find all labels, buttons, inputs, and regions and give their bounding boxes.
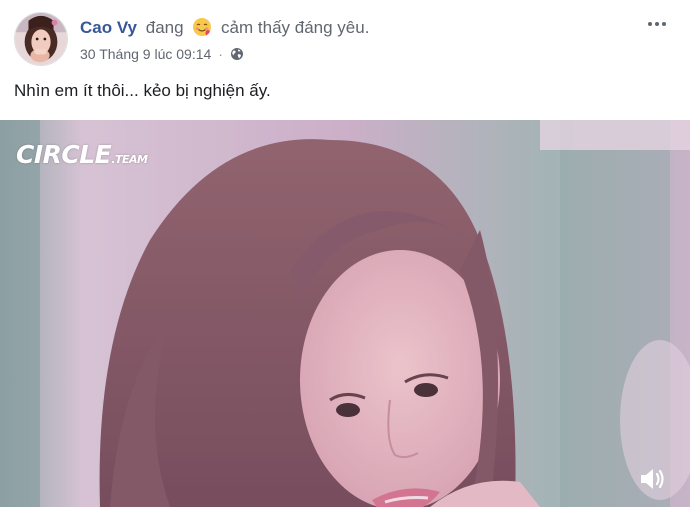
author-avatar[interactable] [14, 12, 68, 66]
more-options-icon [648, 22, 652, 26]
facebook-post: Cao Vy đang cảm thấy đáng yêu. 30 Tháng … [0, 0, 690, 507]
video-frame [0, 120, 690, 507]
feeling-prefix: đang [145, 18, 184, 37]
more-options-icon [662, 22, 666, 26]
more-options-icon [655, 22, 659, 26]
video-watermark: CIRCLE.TEAM [16, 140, 148, 169]
post-meta: 30 Tháng 9 lúc 09:14 · [80, 45, 244, 63]
speaker-icon [641, 469, 664, 489]
post-timestamp-link[interactable]: 30 Tháng 9 lúc 09:14 [80, 46, 211, 62]
more-options-button[interactable] [644, 14, 670, 34]
lovestruck-face-emoji-icon [193, 18, 212, 36]
feeling-text[interactable]: cảm thấy đáng yêu. [221, 18, 369, 37]
watermark-sub: .TEAM [111, 153, 148, 166]
post-caption: Nhìn em ít thôi... kẻo bị nghiện ấy. [14, 81, 271, 100]
author-feeling-line: Cao Vy đang cảm thấy đáng yêu. [80, 17, 369, 39]
author-name-link[interactable]: Cao Vy [80, 18, 137, 37]
post-header: Cao Vy đang cảm thấy đáng yêu. 30 Tháng … [14, 12, 676, 68]
avatar-image [15, 13, 67, 65]
post-video[interactable] [0, 120, 690, 507]
watermark-main: CIRCLE [16, 140, 112, 169]
sound-toggle-button[interactable] [636, 463, 668, 495]
globe-icon[interactable] [230, 47, 244, 61]
meta-separator: · [218, 46, 223, 62]
